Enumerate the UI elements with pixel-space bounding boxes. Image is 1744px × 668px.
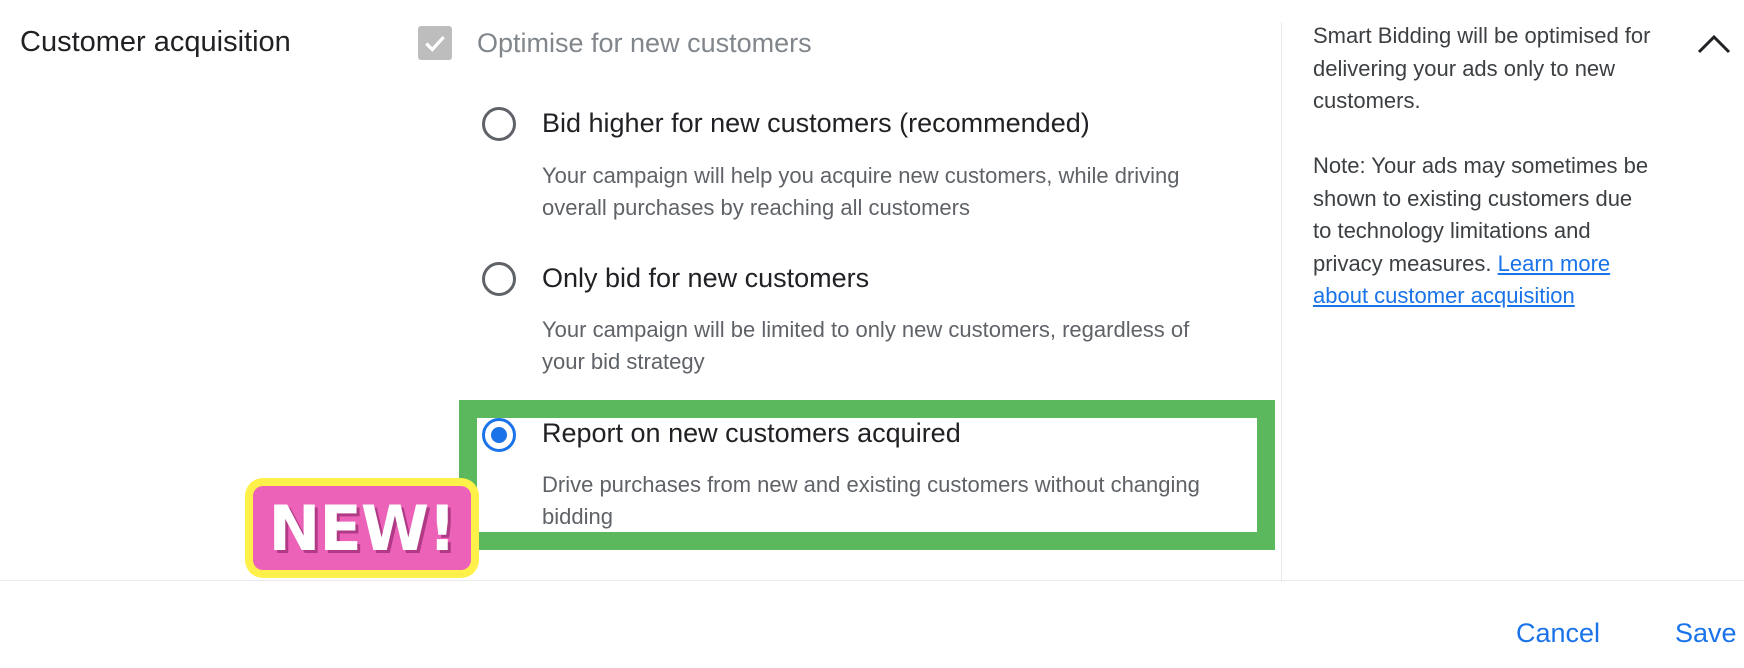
cancel-button[interactable]: Cancel	[1516, 618, 1600, 649]
vertical-divider	[1281, 22, 1282, 582]
checkbox-label: Optimise for new customers	[477, 28, 812, 58]
new-badge: NEW!	[245, 478, 479, 578]
option-title-only-bid-new[interactable]: Only bid for new customers	[542, 263, 869, 294]
highlight-box	[459, 400, 1275, 550]
radio-bid-higher[interactable]	[482, 107, 516, 141]
option-title-bid-higher[interactable]: Bid higher for new customers (recommende…	[542, 108, 1090, 139]
optimise-new-customers-checkbox[interactable]	[418, 26, 452, 60]
chevron-up-icon[interactable]	[1696, 32, 1732, 56]
check-icon	[425, 35, 445, 52]
section-title: Customer acquisition	[20, 26, 291, 58]
radio-only-bid-new[interactable]	[482, 262, 516, 296]
help-text-intro: Smart Bidding will be optimised for deli…	[1313, 23, 1651, 113]
help-text-note: Note: Your ads may sometimes be shown to…	[1313, 150, 1653, 313]
new-badge-text: NEW!	[253, 486, 471, 570]
option-desc-only-bid-new: Your campaign will be limited to only ne…	[542, 317, 1190, 374]
footer-divider	[0, 580, 1744, 581]
save-button[interactable]: Save	[1675, 618, 1737, 649]
option-desc-bid-higher: Your campaign will help you acquire new …	[542, 163, 1180, 220]
